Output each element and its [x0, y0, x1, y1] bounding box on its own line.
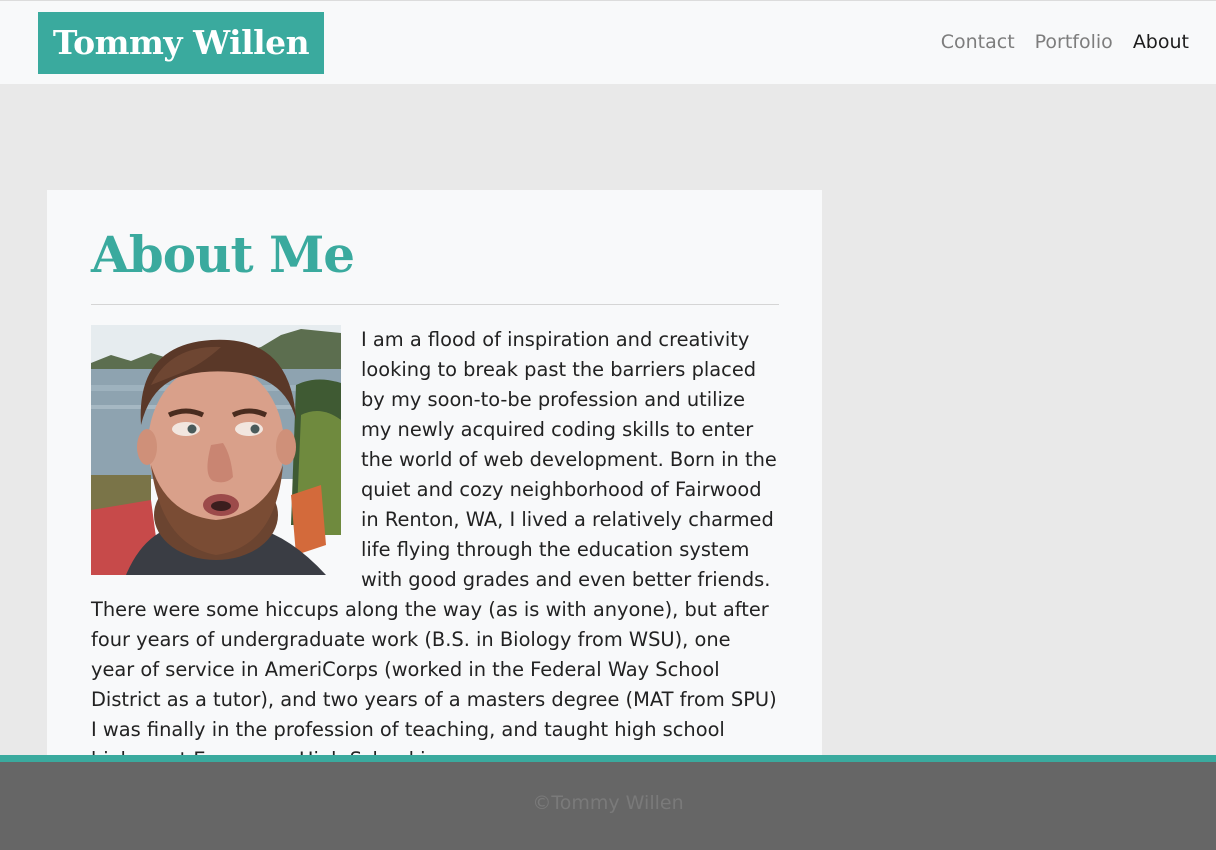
footer: ©Tommy Willen — [0, 755, 1216, 850]
nav-link-contact[interactable]: Contact — [941, 31, 1015, 53]
navbar: Tommy Willen Contact Portfolio About — [0, 0, 1216, 84]
about-card: About Me I am a flood of inspiration and… — [47, 190, 822, 790]
nav-link-about[interactable]: About — [1133, 31, 1189, 53]
brand-logo[interactable]: Tommy Willen — [38, 12, 324, 74]
footer-copyright: ©Tommy Willen — [532, 792, 684, 814]
profile-photo — [91, 325, 341, 575]
nav-link-portfolio[interactable]: Portfolio — [1035, 31, 1113, 53]
nav-links: Contact Portfolio About — [941, 31, 1189, 53]
page-title: About Me — [91, 225, 355, 284]
divider — [91, 304, 779, 305]
